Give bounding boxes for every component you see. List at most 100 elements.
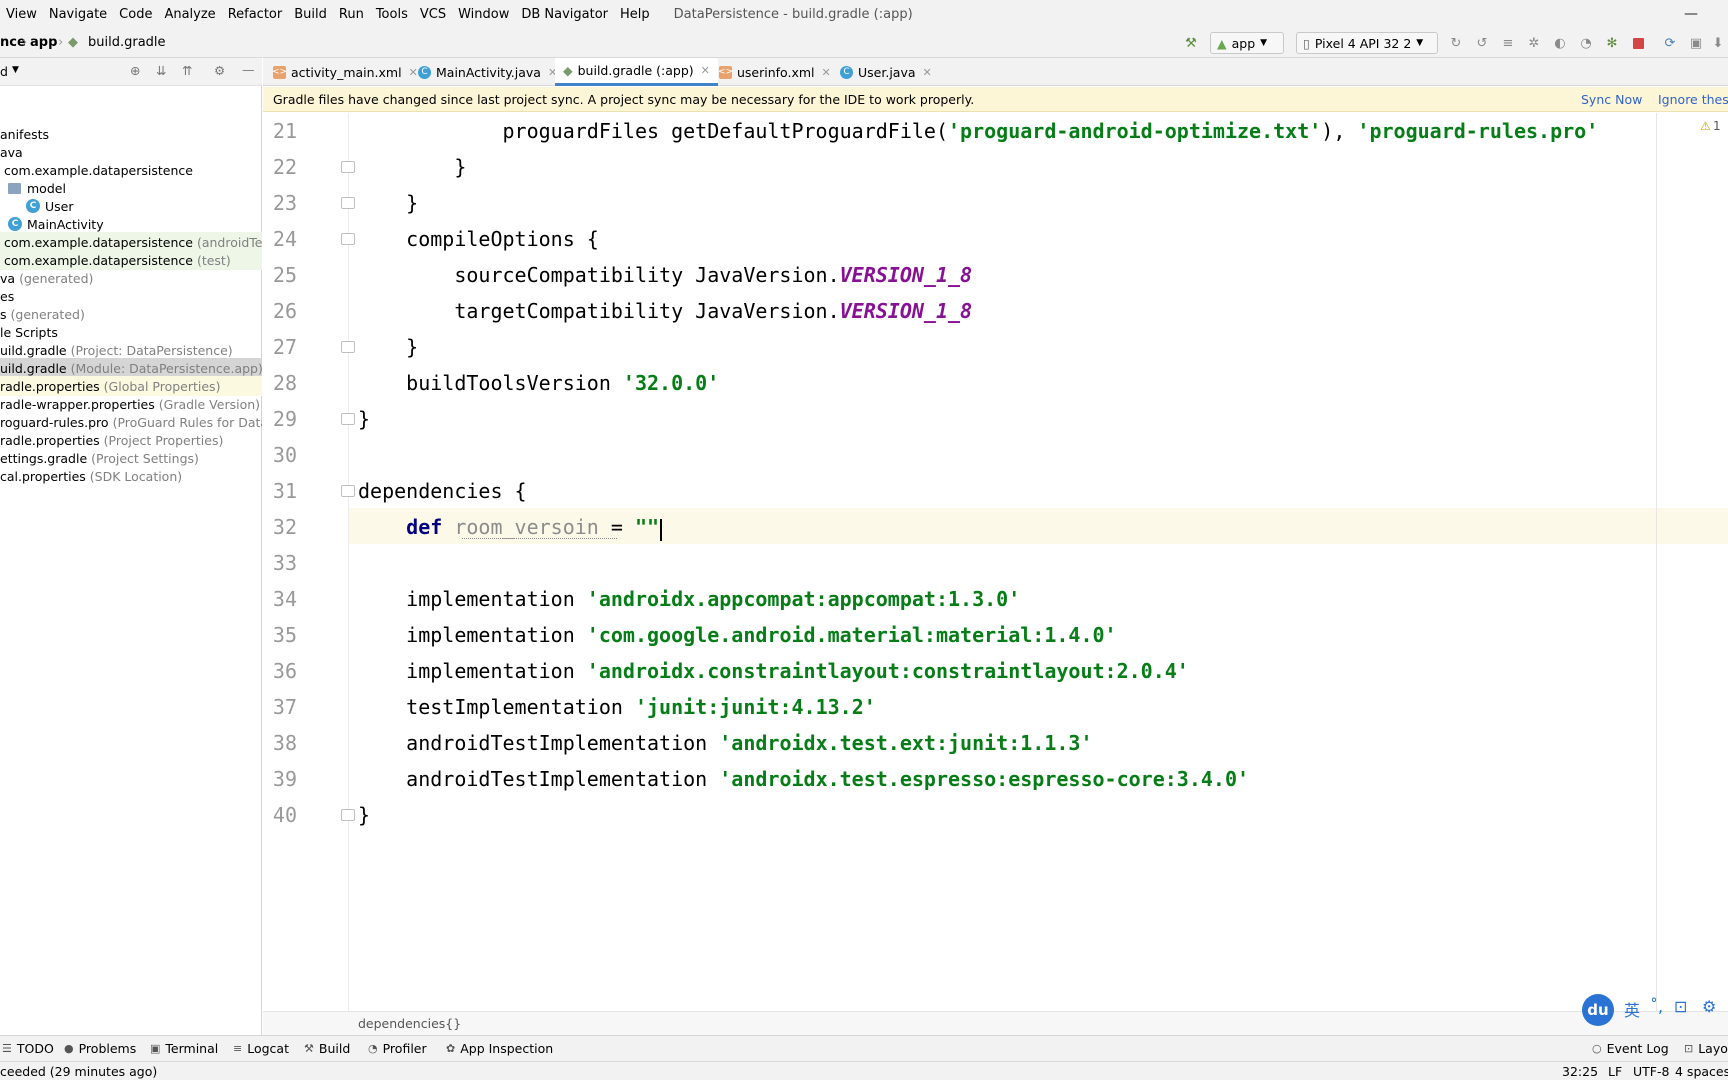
- tree-item[interactable]: model: [0, 178, 262, 198]
- menu-view[interactable]: View: [0, 7, 43, 22]
- code-line[interactable]: dependencies {: [358, 473, 527, 509]
- tree-item[interactable]: cal.properties (SDK Location): [0, 466, 262, 486]
- attach-debugger-icon[interactable]: ◔: [1578, 35, 1594, 51]
- code-line[interactable]: implementation 'androidx.appcompat:appco…: [358, 581, 1020, 617]
- menu-window[interactable]: Window: [452, 7, 515, 22]
- editor-breadcrumb[interactable]: dependencies{}: [358, 1016, 461, 1031]
- terminal-tool[interactable]: ▣ Terminal: [150, 1041, 218, 1056]
- menu-analyze[interactable]: Analyze: [158, 7, 221, 22]
- minimize-icon[interactable]: —: [1676, 0, 1706, 28]
- fold-marker-icon[interactable]: [341, 413, 355, 425]
- close-icon[interactable]: ✕: [409, 66, 418, 79]
- bug-icon[interactable]: ✻: [1604, 35, 1620, 51]
- menu-tools[interactable]: Tools: [370, 7, 414, 22]
- tree-item[interactable]: uild.gradle (Project: DataPersistence): [0, 340, 262, 360]
- ime-settings-icon[interactable]: ⚙: [1702, 997, 1716, 1016]
- tree-item[interactable]: ava: [0, 142, 262, 162]
- debug-icon[interactable]: ✲: [1526, 35, 1542, 51]
- line-separator[interactable]: LF: [1608, 1064, 1622, 1079]
- tab-build-gradle[interactable]: ◆ build.gradle (:app) ✕: [555, 58, 718, 86]
- project-view-label[interactable]: d: [0, 64, 8, 79]
- code-line[interactable]: implementation 'androidx.constraintlayou…: [358, 653, 1189, 689]
- run-config-select[interactable]: ▲ app ▼: [1210, 32, 1284, 54]
- fold-marker-icon[interactable]: [341, 233, 355, 245]
- tab-activity-main[interactable]: <> activity_main.xml ✕: [272, 58, 418, 86]
- breadcrumb-file[interactable]: build.gradle: [88, 35, 166, 50]
- tree-item[interactable]: radle.properties (Global Properties): [0, 376, 262, 396]
- close-icon[interactable]: ✕: [822, 66, 831, 79]
- tree-item[interactable]: anifests: [0, 124, 262, 144]
- tree-item[interactable]: es: [0, 286, 262, 306]
- caret-position[interactable]: 32:25: [1562, 1064, 1598, 1079]
- stop-icon[interactable]: [1630, 35, 1646, 51]
- menu-vcs[interactable]: VCS: [414, 7, 452, 22]
- tree-item[interactable]: com.example.datapersistence: [0, 160, 262, 180]
- file-encoding[interactable]: UTF-8: [1633, 1064, 1669, 1079]
- fold-marker-icon[interactable]: [341, 341, 355, 353]
- logcat-tool[interactable]: ≡ Logcat: [233, 1041, 289, 1056]
- code-line[interactable]: }: [358, 797, 370, 833]
- profile-icon[interactable]: ◐: [1552, 35, 1568, 51]
- warning-icon[interactable]: ⚠: [1700, 119, 1711, 133]
- indent-setting[interactable]: 4 spaces: [1675, 1064, 1728, 1079]
- ime-language[interactable]: 英: [1624, 997, 1640, 1021]
- menu-db-navigator[interactable]: DB Navigator: [515, 7, 614, 22]
- layout-inspector-tool[interactable]: ⊡ Layou: [1684, 1041, 1728, 1056]
- code-line[interactable]: targetCompatibility JavaVersion.VERSION_…: [358, 293, 972, 329]
- ime-keyboard-icon[interactable]: ⊡: [1674, 997, 1687, 1016]
- tab-user-java[interactable]: C User.java ✕: [840, 58, 932, 86]
- apply-changes-icon[interactable]: ↺: [1474, 35, 1490, 51]
- code-line[interactable]: proguardFiles getDefaultProguardFile('pr…: [358, 113, 1598, 149]
- profiler-tool[interactable]: ◔ Profiler: [368, 1041, 427, 1056]
- code-line[interactable]: testImplementation 'junit:junit:4.13.2': [358, 689, 876, 725]
- make-project-icon[interactable]: ⚒: [1183, 35, 1199, 51]
- collapse-all-icon[interactable]: ⇈: [182, 63, 192, 78]
- menu-navigate[interactable]: Navigate: [43, 7, 113, 22]
- fold-marker-icon[interactable]: [341, 161, 355, 173]
- tree-item[interactable]: radle.properties (Project Properties): [0, 430, 262, 450]
- device-select[interactable]: ▯ Pixel 4 API 32 2 ▼: [1296, 32, 1438, 54]
- tree-item[interactable]: com.example.datapersistence (test): [0, 250, 262, 270]
- fold-marker-icon[interactable]: [341, 809, 355, 821]
- event-log-tool[interactable]: ○ Event Log: [1592, 1041, 1669, 1056]
- fold-marker-icon[interactable]: [341, 485, 355, 497]
- code-line[interactable]: buildToolsVersion '32.0.0': [358, 365, 719, 401]
- tree-item[interactable]: com.example.datapersistence(androidTest): [0, 232, 262, 252]
- code-line[interactable]: androidTestImplementation 'androidx.test…: [358, 761, 1249, 797]
- close-icon[interactable]: ✕: [923, 66, 932, 79]
- close-icon[interactable]: ✕: [701, 64, 710, 77]
- sync-gradle-icon[interactable]: ⟳: [1662, 35, 1678, 51]
- app-inspection-tool[interactable]: ✿ App Inspection: [446, 1041, 553, 1056]
- menu-help[interactable]: Help: [614, 7, 656, 22]
- tree-item[interactable]: ettings.gradle (Project Settings): [0, 448, 262, 468]
- build-tool[interactable]: ⚒ Build: [304, 1041, 350, 1056]
- tree-item[interactable]: uild.gradle (Module: DataPersistence.app): [0, 358, 262, 378]
- code-line[interactable]: def room_versoin = "": [358, 509, 659, 545]
- tree-item[interactable]: roguard-rules.pro (ProGuard Rules for Dat…: [0, 412, 262, 432]
- tab-main-activity[interactable]: C MainActivity.java ✕: [418, 58, 557, 86]
- tree-item[interactable]: s (generated): [0, 304, 262, 324]
- tree-item[interactable]: le Scripts: [0, 322, 262, 342]
- locate-icon[interactable]: ⊕: [130, 63, 140, 78]
- code-line[interactable]: compileOptions {: [358, 221, 599, 257]
- chevron-down-icon[interactable]: ▼: [12, 65, 19, 75]
- problems-tool[interactable]: ● Problems: [64, 1041, 136, 1056]
- menu-refactor[interactable]: Refactor: [222, 7, 289, 22]
- sdk-manager-icon[interactable]: ⬇: [1710, 35, 1726, 51]
- code-line[interactable]: }: [358, 329, 418, 365]
- coverage-icon[interactable]: ≡: [1500, 35, 1516, 51]
- expand-all-icon[interactable]: ⇊: [156, 63, 166, 78]
- gear-icon[interactable]: ⚙: [214, 63, 225, 78]
- code-line[interactable]: }: [358, 401, 370, 437]
- code-line[interactable]: sourceCompatibility JavaVersion.VERSION_…: [358, 257, 972, 293]
- menu-run[interactable]: Run: [333, 7, 370, 22]
- ime-logo[interactable]: du: [1582, 994, 1614, 1026]
- fold-marker-icon[interactable]: [341, 197, 355, 209]
- sync-now-link[interactable]: Sync Now: [1581, 92, 1642, 107]
- tree-item[interactable]: C User: [0, 196, 262, 216]
- code-line[interactable]: }: [358, 149, 466, 185]
- avd-manager-icon[interactable]: ▣: [1688, 35, 1704, 51]
- code-line[interactable]: }: [358, 185, 418, 221]
- tree-item[interactable]: va (generated): [0, 268, 262, 288]
- code-line[interactable]: implementation 'com.google.android.mater…: [358, 617, 1116, 653]
